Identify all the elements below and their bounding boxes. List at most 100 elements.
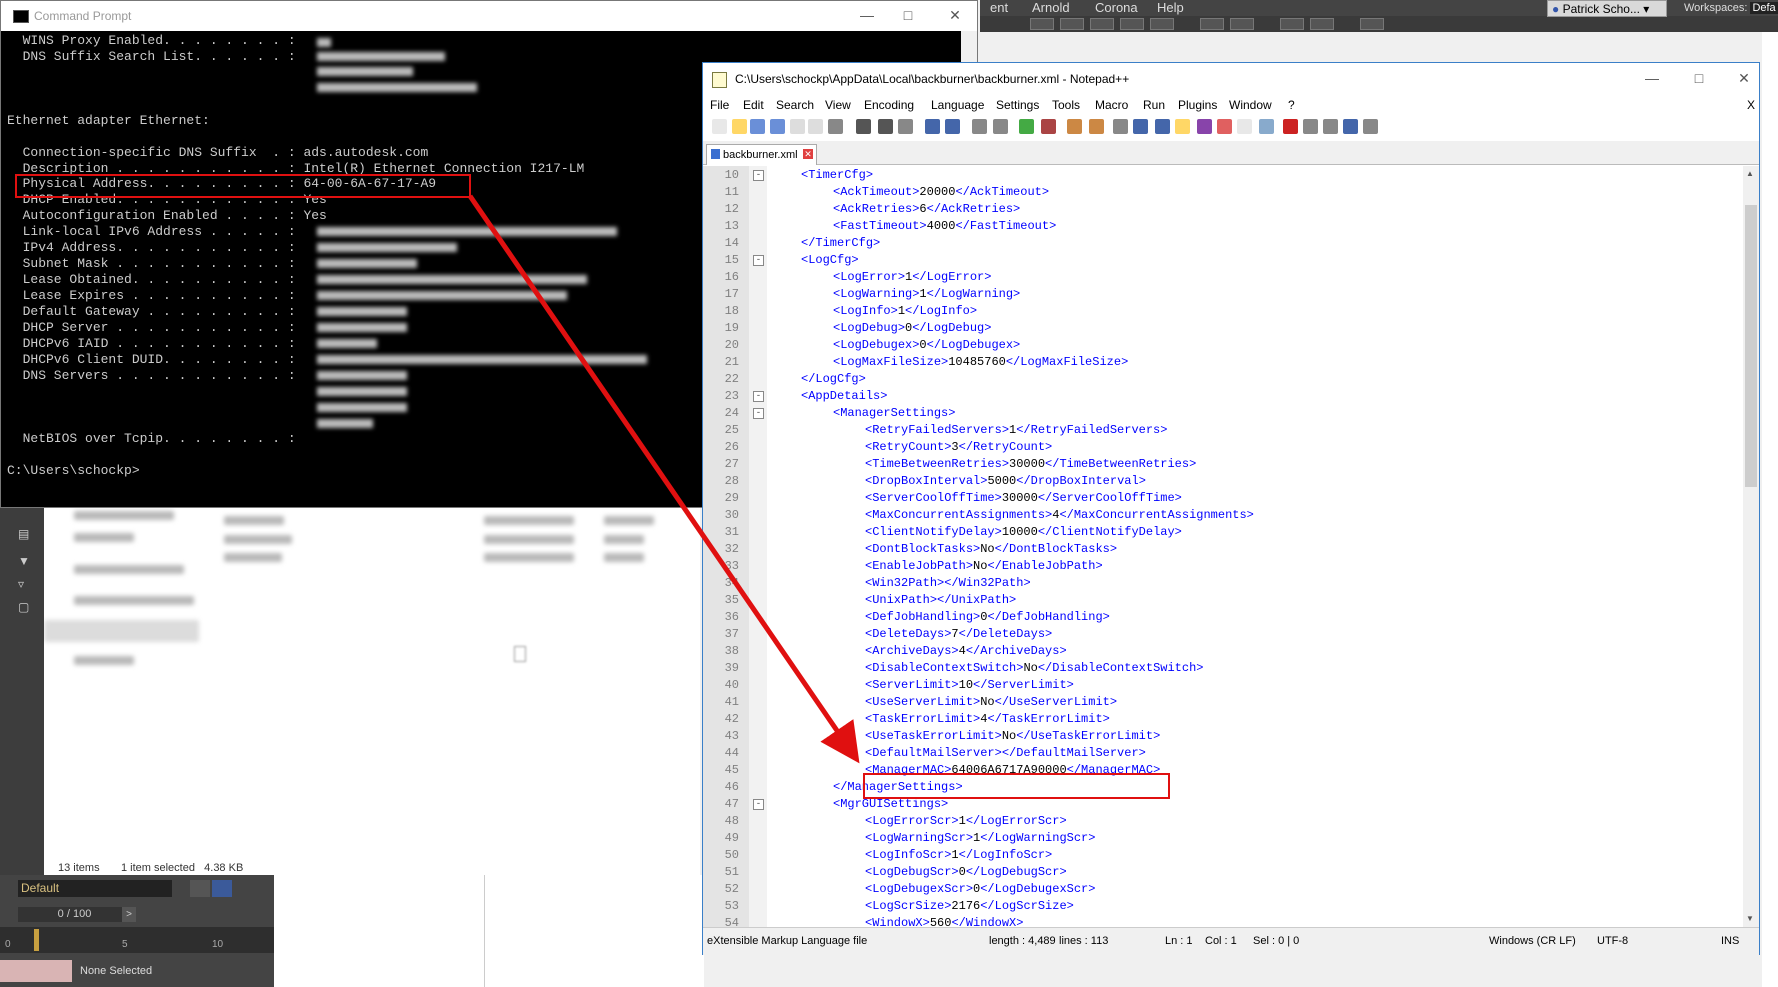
fold-toggle-icon[interactable]: - (753, 391, 764, 402)
toolbar-icon[interactable] (1030, 18, 1054, 30)
close-button[interactable]: ✕ (941, 5, 969, 25)
toolbar-icon[interactable] (1259, 119, 1274, 134)
layer-manager-icon[interactable] (212, 880, 232, 897)
toolbar-icon[interactable] (808, 119, 823, 134)
layers-icon[interactable]: ▢ (18, 601, 30, 613)
user-account-dropdown[interactable]: ● Patrick Scho... ▾ (1547, 0, 1667, 17)
nav-item[interactable] (74, 533, 134, 542)
layer-stack-icon[interactable] (190, 880, 210, 897)
toolbar-icon[interactable] (750, 119, 765, 134)
toolbar-icon[interactable] (1175, 119, 1190, 134)
menu-run[interactable]: Run (1143, 98, 1165, 112)
minimize-button[interactable]: — (1638, 68, 1666, 88)
toolbar-icon[interactable] (1230, 18, 1254, 30)
toolbar-icon[interactable] (856, 119, 871, 134)
menu-search[interactable]: Search (776, 98, 814, 112)
toolbar-icon[interactable] (1113, 119, 1128, 134)
nav-item[interactable] (74, 565, 184, 574)
toolbar-icon[interactable] (972, 119, 987, 134)
toolbar-icon[interactable] (1237, 119, 1252, 134)
filter-icon[interactable]: ▿ (18, 578, 30, 590)
time-slider-handle[interactable] (34, 929, 39, 951)
toolbar-icon[interactable] (1200, 18, 1224, 30)
workspaces-selector[interactable]: Workspaces: Defa (1684, 0, 1778, 17)
toolbar-icon[interactable] (770, 119, 785, 134)
document-icon[interactable]: ▤ (18, 528, 30, 540)
toolbar-icon[interactable] (1360, 18, 1384, 30)
notepadpp-window[interactable]: C:\Users\schockp\AppData\Local\backburne… (702, 62, 1760, 955)
toolbar-icon[interactable] (1019, 119, 1034, 134)
nav-item[interactable] (74, 511, 174, 520)
npp-titlebar[interactable]: C:\Users\schockp\AppData\Local\backburne… (703, 63, 1759, 95)
menu-view[interactable]: View (825, 98, 851, 112)
file-row[interactable] (224, 535, 292, 544)
toolbar-icon[interactable] (1217, 119, 1232, 134)
cmd-titlebar[interactable]: Command Prompt — □ ✕ (1, 1, 977, 31)
toolbar-icon[interactable] (1089, 119, 1104, 134)
scroll-up-icon[interactable]: ▲ (1746, 169, 1754, 178)
max-menu-item[interactable]: ent (990, 0, 1008, 15)
toolbar-icon[interactable] (1155, 119, 1170, 134)
toolbar-icon[interactable] (1303, 119, 1318, 134)
menu-encoding[interactable]: Encoding (864, 98, 914, 112)
toolbar-icon[interactable] (1280, 18, 1304, 30)
toolbar-icon[interactable] (732, 119, 747, 134)
nav-item[interactable] (74, 656, 134, 665)
tab-close-icon[interactable]: ✕ (803, 149, 813, 159)
toolbar-icon[interactable] (1197, 119, 1212, 134)
toolbar-icon[interactable] (1343, 119, 1358, 134)
toolbar-icon[interactable] (1060, 18, 1084, 30)
toolbar-icon[interactable] (1133, 119, 1148, 134)
toolbar-icon[interactable] (828, 119, 843, 134)
toolbar-icon[interactable] (878, 119, 893, 134)
max-menu-item[interactable]: Arnold (1032, 0, 1070, 15)
maximize-button[interactable]: □ (894, 5, 922, 25)
close-button[interactable]: ✕ (1730, 68, 1758, 88)
max-menu-item[interactable]: Corona (1095, 0, 1138, 15)
file-row[interactable] (224, 516, 284, 525)
menu-settings[interactable]: Settings (996, 98, 1039, 112)
code-editor[interactable]: 10- <TimerCfg> 11 <AckTimeout>20000</AckTim… (703, 166, 1743, 927)
menu-window[interactable]: Window (1229, 98, 1272, 112)
toolbar-icon[interactable] (1310, 18, 1334, 30)
layer-dropdown[interactable]: Default (18, 880, 172, 897)
menu-edit[interactable]: Edit (743, 98, 764, 112)
nav-item-selected[interactable] (44, 620, 199, 642)
minimize-button[interactable]: — (853, 5, 881, 25)
menu-language[interactable]: Language (931, 98, 984, 112)
menu-help[interactable]: ? (1288, 98, 1295, 112)
toolbar-icon[interactable] (1323, 119, 1338, 134)
toolbar-icon[interactable] (945, 119, 960, 134)
toolbar-icon[interactable] (1120, 18, 1144, 30)
toolbar-icon[interactable] (1363, 119, 1378, 134)
scroll-down-icon[interactable]: ▼ (1746, 914, 1754, 923)
fold-toggle-icon[interactable]: - (753, 408, 764, 419)
menu-file[interactable]: File (710, 98, 729, 112)
close-document-button[interactable]: X (1747, 98, 1755, 112)
toolbar-icon[interactable] (898, 119, 913, 134)
nav-item[interactable] (74, 596, 194, 605)
toolbar-icon[interactable] (993, 119, 1008, 134)
selection-color-swatch[interactable] (0, 960, 72, 982)
fold-toggle-icon[interactable]: - (753, 255, 764, 266)
menu-macro[interactable]: Macro (1095, 98, 1128, 112)
toolbar-icon[interactable] (712, 119, 727, 134)
tab-backburner-xml[interactable]: backburner.xml ✕ (706, 144, 817, 165)
next-frame-button[interactable]: > (122, 907, 136, 922)
toolbar-icon[interactable] (790, 119, 805, 134)
funnel-icon[interactable]: ▼ (18, 555, 30, 567)
fold-toggle-icon[interactable]: - (753, 799, 764, 810)
toolbar-icon[interactable] (1090, 18, 1114, 30)
toolbar-icon[interactable] (1041, 119, 1056, 134)
file-row[interactable] (224, 553, 282, 562)
menu-tools[interactable]: Tools (1052, 98, 1080, 112)
toolbar-icon[interactable] (1150, 18, 1174, 30)
editor-scroll-thumb[interactable] (1745, 205, 1757, 487)
toolbar-icon[interactable] (1067, 119, 1082, 134)
fold-toggle-icon[interactable]: - (753, 170, 764, 181)
menu-plugins[interactable]: Plugins (1178, 98, 1217, 112)
timeline-track[interactable]: 0 5 10 (0, 927, 274, 953)
toolbar-icon[interactable] (1283, 119, 1298, 134)
toolbar-icon[interactable] (925, 119, 940, 134)
max-menu-item[interactable]: Help (1157, 0, 1184, 15)
